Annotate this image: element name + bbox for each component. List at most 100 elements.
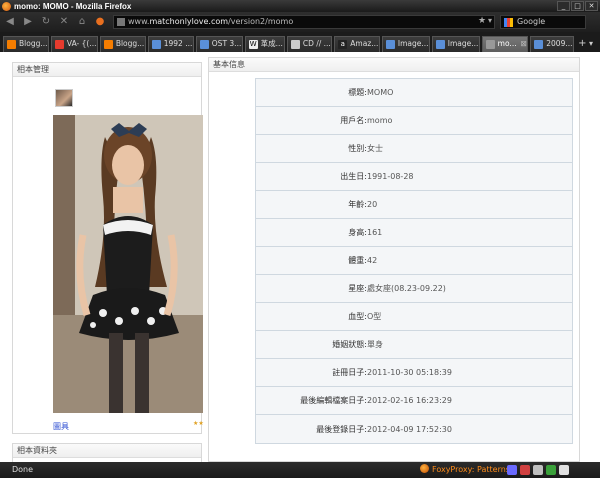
maximize-button[interactable]: □: [571, 1, 584, 11]
info-row: 體重: 42: [256, 247, 572, 275]
info-row: 出生日: 1991-08-28: [256, 163, 572, 191]
url-dropdown-icon[interactable]: ▾: [488, 16, 492, 25]
info-row: 註冊日子: 2011-10-30 05:18:39: [256, 359, 572, 387]
info-label: 註冊日子:: [332, 368, 367, 377]
tab[interactable]: Blogg...: [3, 36, 49, 52]
tab-list-icon[interactable]: ▾: [589, 36, 600, 52]
page-icon: [485, 40, 495, 49]
info-label: 血型:: [348, 312, 367, 321]
info-label: 體重:: [348, 256, 367, 265]
info-row: 星座: 處女座(08.23-09.22): [256, 275, 572, 303]
info-row: 最後登錄日子: 2012-04-09 17:52:30: [256, 415, 572, 443]
tab-close-icon[interactable]: ⊠: [521, 39, 527, 48]
basic-info-table: 標題: MOMO 用戶名: momo 性別: 女士 出生日: 1991-08-28 年齡…: [255, 78, 573, 444]
search-engine-label: Google: [517, 17, 546, 26]
addon-icon[interactable]: [533, 465, 543, 475]
forward-icon[interactable]: ▶: [20, 15, 36, 29]
info-row: 年齡: 20: [256, 191, 572, 219]
info-label: 最後登錄日子:: [316, 424, 367, 434]
url-bar[interactable]: www.matchonlylove.com/version2/momo: [113, 15, 495, 29]
pen-addon-icon[interactable]: [507, 465, 517, 475]
info-label: 出生日:: [340, 172, 367, 181]
tab[interactable]: a Amaz...: [334, 36, 380, 52]
info-value: 1991-08-28: [367, 172, 414, 181]
blogger-icon: [7, 40, 16, 49]
info-value: 處女座(08.23-09.22): [367, 284, 446, 293]
album-panel-header: 相本管理: [13, 63, 201, 77]
home-icon[interactable]: ⌂: [74, 15, 90, 29]
page-icon: [534, 40, 544, 49]
rating-stars: ★★: [193, 420, 204, 427]
profile-photo[interactable]: [53, 115, 203, 413]
tab[interactable]: Image...: [381, 36, 430, 52]
tab-active[interactable]: mo... ⊠: [481, 36, 529, 52]
tab[interactable]: CD // ...: [286, 36, 333, 52]
firefox-menu-icon[interactable]: ●: [92, 15, 108, 29]
back-icon[interactable]: ◀: [2, 15, 18, 29]
wikipedia-icon: W: [248, 40, 258, 49]
info-row: 血型: O型: [256, 303, 572, 331]
addon-icon[interactable]: [520, 465, 530, 475]
info-value: 單身: [367, 340, 383, 349]
page-icon: [435, 40, 445, 49]
search-bar[interactable]: Google: [500, 15, 586, 29]
tab[interactable]: W 革成...: [244, 36, 285, 52]
tab-bar: Blogg... VA- {(... Blogg... 1992 ... OST…: [0, 32, 600, 52]
blogger-icon: [103, 40, 113, 49]
info-row: 身高: 161: [256, 219, 572, 247]
info-value: 42: [367, 256, 378, 265]
album-link[interactable]: 圖具: [53, 421, 69, 432]
status-bar: Done FoxyProxy: Patterns: [0, 462, 600, 478]
firefox-icon: [2, 1, 11, 11]
info-value: O型: [367, 312, 382, 321]
stop-icon[interactable]: ✕: [56, 15, 72, 29]
info-value: 20: [367, 200, 378, 209]
info-value: 2011-10-30 05:18:39: [367, 368, 452, 377]
info-row: 標題: MOMO: [256, 79, 572, 107]
url-domain: matchonlylove.com: [149, 17, 229, 26]
tab[interactable]: 2009...: [530, 36, 575, 52]
info-value: 161: [367, 228, 383, 237]
info-value: 2012-02-16 16:23:29: [367, 396, 452, 405]
info-label: 標題:: [348, 88, 367, 97]
info-label: 性別:: [348, 144, 367, 153]
reload-icon[interactable]: ↻: [38, 15, 54, 29]
basic-info-panel: 基本信息 標題: MOMO 用戶名: momo 性別: 女士 出生日: 1991-08-…: [208, 57, 580, 462]
status-text: Done: [12, 465, 34, 474]
info-row: 性別: 女士: [256, 135, 572, 163]
close-button[interactable]: ✕: [585, 1, 598, 11]
info-label: 用戶名:: [340, 116, 367, 125]
pen-icon: [290, 40, 300, 49]
addon-icon[interactable]: [546, 465, 556, 475]
avatar[interactable]: [55, 89, 73, 107]
google-icon: [504, 18, 513, 27]
tab[interactable]: Image...: [431, 36, 480, 52]
info-value: MOMO: [367, 88, 394, 97]
tab[interactable]: OST 3...: [195, 36, 243, 52]
info-label: 身高:: [348, 228, 367, 237]
profile-photo-image: [53, 115, 203, 413]
foxyproxy-icon: [420, 464, 429, 473]
page-icon: [385, 40, 395, 49]
addon-icon[interactable]: [559, 465, 569, 475]
info-row: 婚姻狀態: 單身: [256, 331, 572, 359]
info-row: 用戶名: momo: [256, 107, 572, 135]
bookmark-star-icon[interactable]: ★: [478, 16, 486, 26]
tab[interactable]: VA- {(...: [50, 36, 98, 52]
window-titlebar: momo: MOMO - Mozilla Firefox _ □ ✕: [0, 0, 600, 12]
info-label: 年齡:: [348, 200, 367, 209]
info-row: 最後編輯檔案日子: 2012-02-16 16:23:29: [256, 387, 572, 415]
new-tab-icon[interactable]: +: [578, 36, 589, 52]
navigation-toolbar: ◀ ▶ ↻ ✕ ⌂ ● www.matchonlylove.com/versio…: [0, 12, 600, 32]
window-title: momo: MOMO - Mozilla Firefox: [14, 1, 132, 11]
foxyproxy-status[interactable]: FoxyProxy: Patterns: [420, 462, 510, 478]
basic-info-header: 基本信息: [209, 58, 579, 72]
minimize-button[interactable]: _: [557, 1, 570, 11]
album-folder-panel: 相本資料夾: [12, 443, 202, 462]
tab[interactable]: 1992 ...: [147, 36, 194, 52]
album-panel: 相本管理 圖具 ★★: [12, 62, 204, 434]
tab[interactable]: Blogg...: [99, 36, 146, 52]
status-addon-icons: [507, 465, 569, 475]
amazon-icon: a: [338, 40, 348, 49]
page-icon: [199, 40, 209, 49]
